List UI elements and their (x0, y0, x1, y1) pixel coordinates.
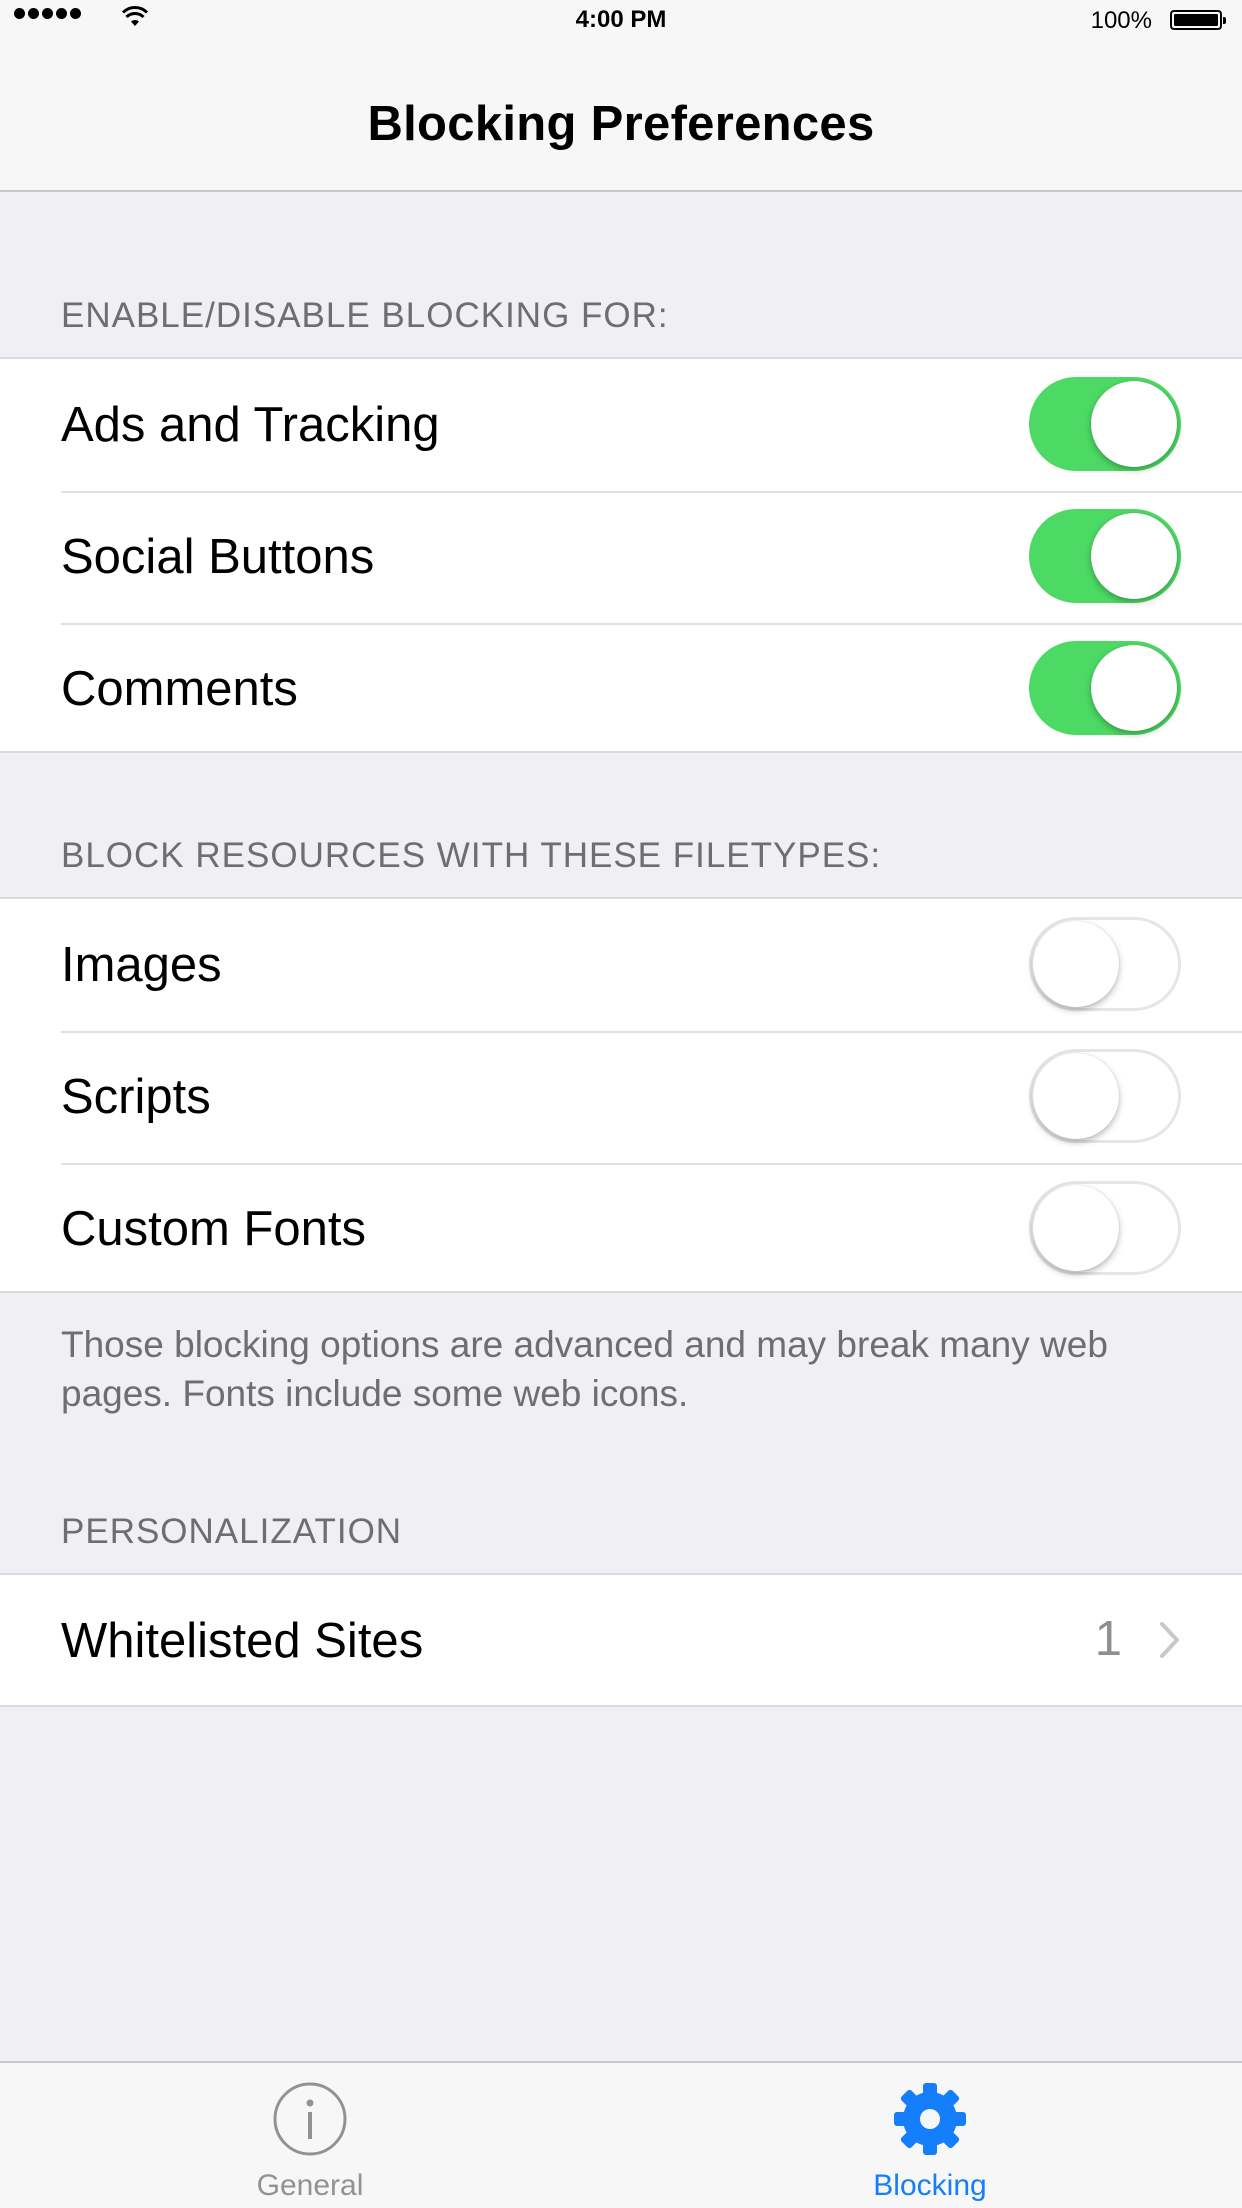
row-label: Comments (61, 662, 298, 716)
gear-icon (894, 2083, 966, 2155)
section-footer-note: Those blocking options are advanced and … (61, 1324, 1108, 1414)
tab-bar: General Blocking (0, 2061, 1242, 2208)
row-label: Scripts (61, 1070, 211, 1124)
custom-fonts-switch[interactable] (1029, 1181, 1181, 1275)
section-header-personalization: PERSONALIZATION (61, 1512, 403, 1551)
row-comments: Comments (0, 623, 1242, 755)
navigation-bar: Blocking Preferences (0, 40, 1242, 192)
row-label: Whitelisted Sites (61, 1614, 424, 1668)
switch-knob (1033, 1053, 1119, 1139)
switch-knob (1033, 921, 1119, 1007)
battery-icon (1170, 10, 1226, 30)
section-header-blocking-for: ENABLE/DISABLE BLOCKING FOR: (61, 296, 669, 335)
ads-and-tracking-switch[interactable] (1029, 377, 1181, 471)
switch-knob (1091, 645, 1177, 731)
tab-label: Blocking (873, 2169, 987, 2202)
switch-knob (1091, 513, 1177, 599)
personalization-group: Whitelisted Sites 1 (0, 1573, 1242, 1707)
row-scripts: Scripts (0, 1031, 1242, 1163)
whitelisted-count: 1 (1094, 1612, 1122, 1666)
row-images: Images (0, 899, 1242, 1031)
status-time: 4:00 PM (575, 6, 667, 33)
switch-knob (1033, 1185, 1119, 1271)
images-switch[interactable] (1029, 917, 1181, 1011)
battery-percentage: 100% (1090, 7, 1152, 34)
row-label: Images (61, 938, 222, 992)
filetypes-group: Images Scripts Custom Fonts (0, 897, 1242, 1293)
section-header-filetypes: BLOCK RESOURCES WITH THESE FILETYPES: (61, 836, 882, 875)
row-custom-fonts: Custom Fonts (0, 1163, 1242, 1295)
social-buttons-switch[interactable] (1029, 509, 1181, 603)
row-label: Ads and Tracking (61, 398, 440, 452)
scripts-switch[interactable] (1029, 1049, 1181, 1143)
tab-general[interactable]: General (160, 2063, 460, 2208)
switch-knob (1091, 381, 1177, 467)
page-title: Blocking Preferences (367, 97, 875, 151)
comments-switch[interactable] (1029, 641, 1181, 735)
tab-label: General (256, 2169, 364, 2202)
chevron-right-icon (1160, 1622, 1179, 1658)
tab-blocking[interactable]: Blocking (780, 2063, 1080, 2208)
row-label: Custom Fonts (61, 1202, 366, 1256)
info-icon (273, 2082, 347, 2156)
row-whitelisted-sites[interactable]: Whitelisted Sites 1 (0, 1575, 1242, 1707)
blocking-for-group: Ads and Tracking Social Buttons Comments (0, 357, 1242, 753)
row-social-buttons: Social Buttons (0, 491, 1242, 623)
row-ads-and-tracking: Ads and Tracking (0, 359, 1242, 491)
status-bar: 4:00 PM 100% (0, 0, 1242, 40)
row-label: Social Buttons (61, 530, 375, 584)
